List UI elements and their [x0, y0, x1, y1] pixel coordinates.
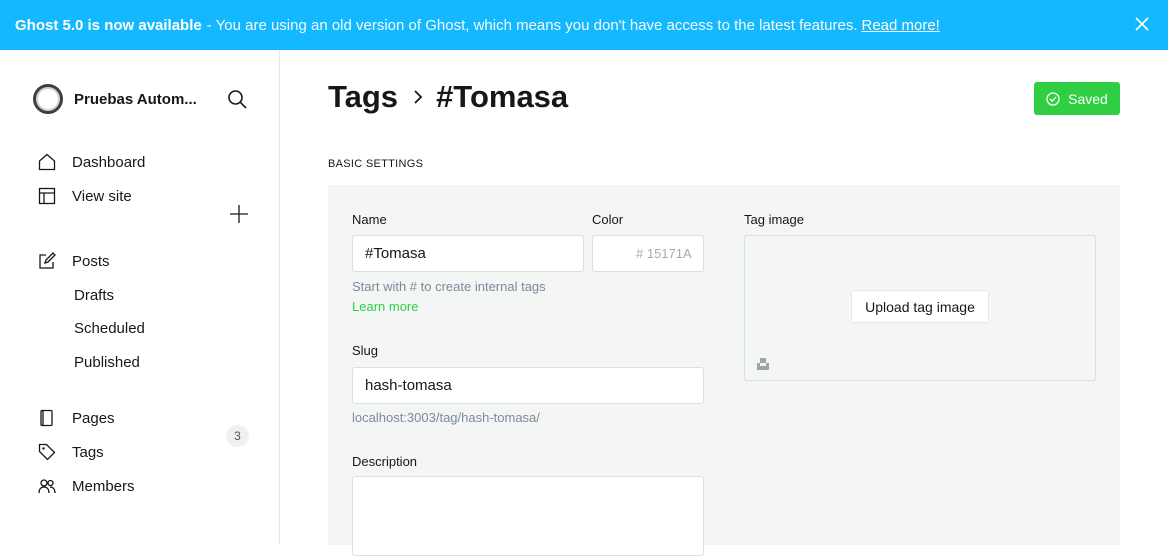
sidebar-item-scheduled[interactable]: Scheduled — [74, 320, 145, 337]
page-icon — [40, 409, 53, 427]
banner-message: - You are using an old version of Ghost,… — [206, 16, 858, 34]
sidebar-item-tags[interactable]: Tags — [38, 443, 104, 461]
search-icon[interactable] — [227, 89, 247, 109]
color-input[interactable]: # 15171A — [629, 235, 704, 272]
tag-image-label: Tag image — [744, 212, 804, 227]
site-name: Pruebas Autom... — [74, 90, 197, 108]
sidebar-item-label: Tags — [72, 443, 104, 461]
description-textarea[interactable] — [352, 476, 704, 556]
color-swatch[interactable] — [592, 235, 630, 272]
saved-button[interactable]: Saved — [1034, 82, 1120, 115]
name-label: Name — [352, 212, 387, 227]
sidebar-item-dashboard[interactable]: Dashboard — [38, 153, 145, 171]
unsplash-icon[interactable] — [756, 357, 770, 371]
sidebar-item-members[interactable]: Members — [38, 477, 135, 495]
description-label: Description — [352, 454, 418, 469]
sidebar-item-label: Pages — [72, 409, 115, 427]
edit-icon — [39, 252, 56, 269]
slug-label: Slug — [352, 343, 379, 358]
close-icon[interactable] — [1134, 16, 1150, 32]
sidebar: Pruebas Autom... — [0, 50, 280, 545]
breadcrumb-tags-link[interactable]: Tags — [328, 79, 398, 115]
sidebar-item-label: View site — [72, 187, 132, 205]
slug-input[interactable]: hash-tomasa — [352, 367, 704, 404]
sidebar-item-pages[interactable]: Pages — [38, 409, 115, 427]
slug-url: localhost:3003/tag/hash-tomasa/ — [352, 410, 540, 425]
sidebar-item-posts[interactable]: Posts — [38, 252, 110, 270]
learn-more-link[interactable]: Learn more — [352, 299, 418, 314]
section-title: BASIC SETTINGS — [328, 158, 424, 170]
chevron-right-icon — [414, 90, 423, 104]
saved-label: Saved — [1068, 90, 1108, 107]
sidebar-item-drafts[interactable]: Drafts — [74, 287, 114, 304]
page-title: #Tomasa — [436, 79, 569, 114]
site-brand[interactable]: Pruebas Autom... — [33, 84, 197, 114]
upload-tag-image-button[interactable]: Upload tag image — [851, 290, 989, 323]
sidebar-item-label: Members — [72, 477, 135, 495]
color-label: Color — [592, 212, 624, 227]
tag-icon — [38, 443, 56, 461]
check-circle-icon — [1046, 91, 1060, 106]
site-logo — [33, 84, 63, 114]
name-hint: Start with # to create internal tags — [352, 279, 546, 294]
sidebar-item-published[interactable]: Published — [74, 354, 140, 371]
members-count-badge: 3 — [226, 425, 249, 447]
add-post-icon[interactable] — [229, 204, 249, 224]
update-banner: Ghost 5.0 is now available - You are usi… — [0, 0, 1168, 50]
sidebar-item-label: Dashboard — [72, 153, 146, 171]
browser-icon — [38, 187, 56, 205]
sidebar-item-view-site[interactable]: View site — [38, 187, 132, 205]
read-more-link[interactable]: Read more! — [861, 17, 939, 34]
breadcrumb: Tags #Tomasa — [328, 79, 568, 115]
banner-headline: Ghost 5.0 is now available — [15, 16, 202, 34]
members-icon — [38, 479, 56, 494]
home-icon — [38, 153, 56, 171]
sidebar-item-label: Posts — [72, 252, 110, 270]
name-input[interactable]: #Tomasa — [352, 235, 584, 272]
